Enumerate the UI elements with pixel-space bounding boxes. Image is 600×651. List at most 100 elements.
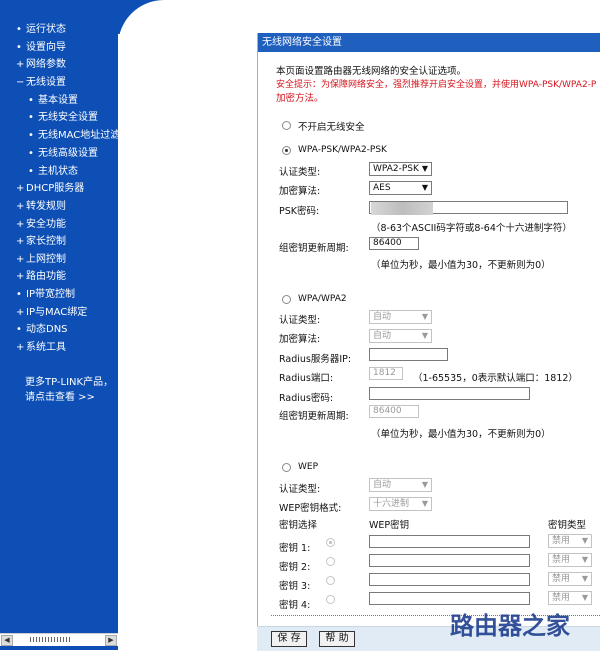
chevron-down-icon: ▼ [421,331,428,340]
wep-auth-type-select[interactable]: 自动 ▼ [369,478,432,492]
wep-key-3-type-select[interactable]: 禁用 ▼ [548,572,592,586]
wpa-auth-type-label: 认证类型: [279,315,321,326]
wpa-psk-label: WPA-PSK/WPA2-PSK [298,145,387,155]
chevron-down-icon: ▼ [421,312,428,321]
radius-password-field[interactable] [369,387,530,400]
sidebar-item-wireless[interactable]: − 无线设置 [16,77,66,89]
scroll-left-icon[interactable]: ◀ [1,635,13,646]
wpa-enterprise-label: WPA/WPA2 [298,294,347,304]
scroll-thumb[interactable] [30,637,70,642]
chevron-down-icon: ▼ [581,574,588,583]
wep-auth-type-label: 认证类型: [279,484,321,495]
sidebar-item-access-control[interactable]: + 上网控制 [16,254,66,266]
sidebar-item-system-tools[interactable]: + 系统工具 [16,342,66,354]
wep-key-1-radio[interactable] [326,538,335,547]
intro-text: 本页面设置路由器无线网络的安全认证选项。 [276,66,467,77]
sidebar-item-basic[interactable]: • 基本设置 [28,95,78,107]
save-button[interactable]: 保 存 [271,631,307,647]
wep-col-key: WEP密钥 [369,520,410,531]
psk-key-period-field[interactable]: 86400 [369,237,419,250]
psk-auth-type-select[interactable]: WPA2-PSK ▼ [369,162,432,176]
wep-key-2-field[interactable] [369,554,530,567]
psk-key-period-hint: （单位为秒，最小值为30，不更新则为0） [371,260,551,271]
wpa-psk-radio[interactable] [282,146,291,155]
psk-key-period-label: 组密钥更新周期: [279,243,349,254]
sidebar-item-routing[interactable]: + 路由功能 [16,271,66,283]
chevron-down-icon: ▼ [581,536,588,545]
sidebar-item-parental[interactable]: + 家长控制 [16,236,66,248]
sidebar-item-mac-filter[interactable]: • 无线MAC地址过滤 [28,130,120,142]
wep-key-1-type-select[interactable]: 禁用 ▼ [548,534,592,548]
psk-encryption-label: 加密算法: [279,186,321,197]
radius-ip-field[interactable] [369,348,448,361]
wpa-key-period-field[interactable]: 86400 [369,405,419,418]
wpa-encryption-select[interactable]: 自动 ▼ [369,329,432,343]
sidebar-item-wireless-security[interactable]: • 无线安全设置 [28,112,98,124]
sidebar-item-running-status[interactable]: • 运行状态 [16,24,66,36]
watermark-logo: 路由器之家 [450,612,570,640]
wpa-auth-type-select[interactable]: 自动 ▼ [369,310,432,324]
radius-ip-label: Radius服务器IP: [279,354,352,365]
psk-password-hint: （8-63个ASCII码字符或8-64个十六进制字符） [371,223,572,234]
wep-label: WEP [298,462,319,472]
chevron-down-icon: ▼ [421,164,428,173]
wep-key-2-radio[interactable] [326,557,335,566]
security-tip-line-1: 安全提示：为保障网络安全，强烈推荐开启安全设置，并使用WPA-PSK/WPA2-… [276,80,597,90]
wep-key-4-type-select[interactable]: 禁用 ▼ [548,591,592,605]
sidebar-item-advanced[interactable]: • 无线高级设置 [28,148,98,160]
promo-line-2: 请点击查看 >> [25,392,95,403]
psk-encryption-select[interactable]: AES ▼ [369,181,432,195]
psk-auth-type-label: 认证类型: [279,167,321,178]
wep-key-1-label: 密钥 1: [279,543,311,554]
svg-text:路由器之家: 路由器之家 [450,612,570,640]
radius-port-label: Radius端口: [279,373,334,384]
wep-col-select: 密钥选择 [279,520,318,531]
wep-key-3-radio[interactable] [326,576,335,585]
wep-key-3-label: 密钥 3: [279,581,311,592]
sidebar-item-host-status[interactable]: • 主机状态 [28,166,78,178]
scroll-right-icon[interactable]: ▶ [105,635,117,646]
wpa-encryption-label: 加密算法: [279,334,321,345]
chevron-down-icon: ▼ [421,499,428,508]
wep-key-2-type-select[interactable]: 禁用 ▼ [548,553,592,567]
sidebar-item-forwarding[interactable]: + 转发规则 [16,201,66,213]
chevron-down-icon: ▼ [581,593,588,602]
wpa-enterprise-radio[interactable] [282,295,291,304]
sidebar-item-bandwidth[interactable]: • IP带宽控制 [16,289,75,301]
sidebar: • 运行状态 • 设置向导 + 网络参数 − 无线设置 • 基本设置 • 无线安全设置 • 无… [0,0,120,650]
security-tip-line-2: 加密方法。 [276,93,324,104]
help-button[interactable]: 帮 助 [319,631,355,647]
no-security-label: 不开启无线安全 [298,122,365,133]
sidebar-item-ip-mac-binding[interactable]: + IP与MAC绑定 [16,307,87,319]
sidebar-item-setup-wizard[interactable]: • 设置向导 [16,42,66,54]
horizontal-scrollbar[interactable]: ◀ ▶ [0,633,118,646]
chevron-down-icon: ▼ [421,183,428,192]
no-security-radio[interactable] [282,121,291,130]
panel-title: 无线网络安全设置 [258,33,600,52]
sidebar-item-security[interactable]: + 安全功能 [16,219,66,231]
header-curve [118,0,600,60]
chevron-down-icon: ▼ [421,480,428,489]
wep-key-format-label: WEP密钥格式: [279,503,342,514]
sidebar-item-network[interactable]: + 网络参数 [16,59,66,71]
radius-password-label: Radius密码: [279,393,334,404]
wpa-key-period-label: 组密钥更新周期: [279,411,349,422]
wep-key-4-radio[interactable] [326,595,335,604]
wep-key-format-select[interactable]: 十六进制 ▼ [369,497,432,511]
wep-key-3-field[interactable] [369,573,530,586]
radius-port-hint: （1-65535，0表示默认端口：1812） [413,373,578,384]
wep-key-4-label: 密钥 4: [279,600,311,611]
radius-port-field[interactable]: 1812 [369,367,403,380]
password-blur [371,202,433,215]
sidebar-item-dhcp[interactable]: + DHCP服务器 [16,183,84,195]
promo-link[interactable]: 更多TP-LINK产品， 请点击查看 >> [25,375,113,405]
wpa-key-period-hint: （单位为秒，最小值为30，不更新则为0） [371,429,551,440]
chevron-down-icon: ▼ [581,555,588,564]
psk-password-label: PSK密码: [279,206,320,217]
promo-line-1: 更多TP-LINK产品， [25,377,114,388]
wep-key-1-field[interactable] [369,535,530,548]
sidebar-item-ddns[interactable]: • 动态DNS [16,324,68,336]
wep-col-type: 密钥类型 [548,520,587,531]
wep-radio[interactable] [282,463,291,472]
wep-key-2-label: 密钥 2: [279,562,311,573]
